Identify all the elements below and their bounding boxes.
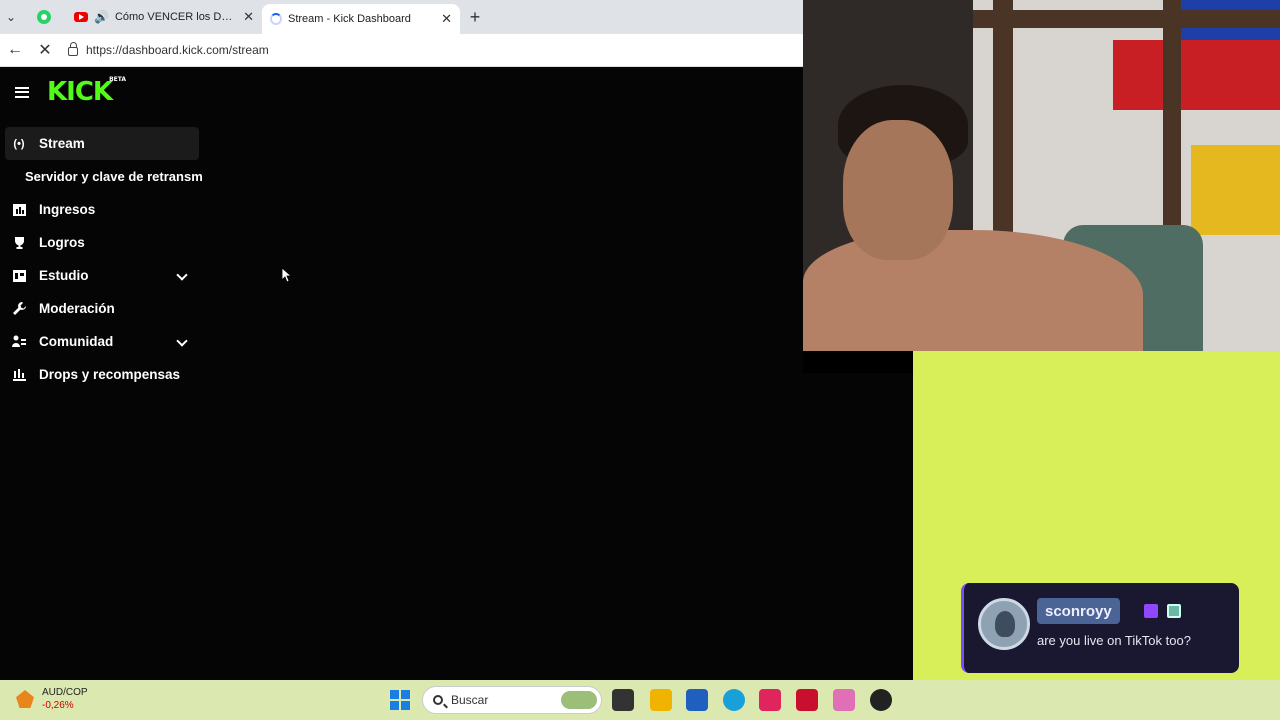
sidebar-item-label: Logros (39, 235, 85, 250)
menu-icon[interactable] (15, 86, 29, 98)
logo-text: KICK (47, 77, 113, 107)
chat-username: sconroyy (1037, 598, 1120, 624)
app-icon[interactable] (796, 689, 818, 711)
sidebar-item-label: Comunidad (39, 334, 114, 349)
stop-loading-button[interactable]: ✕ (30, 35, 60, 65)
sidebar-item-drops[interactable]: Drops y recompensas (5, 358, 215, 391)
task-view-icon[interactable] (612, 689, 634, 711)
trophy-icon (12, 236, 26, 250)
tab-title: Cómo VENCER los Deseos Sexuales (114, 11, 237, 23)
close-tab-icon[interactable]: ✕ (441, 11, 452, 27)
chevron-down-icon[interactable] (176, 335, 188, 347)
url-field[interactable]: https://dashboard.kick.com/stream (64, 37, 803, 63)
tab-title: Stream - Kick Dashboard (288, 13, 411, 25)
tiktok-icon[interactable] (759, 689, 781, 711)
mouse-cursor-icon (281, 267, 293, 288)
currency-icon (16, 690, 34, 708)
sidebar-item-stream[interactable]: (•) Stream (5, 127, 199, 160)
windows-start-icon[interactable] (390, 690, 410, 710)
store-icon[interactable] (686, 689, 708, 711)
back-button[interactable]: ← (0, 35, 30, 65)
streaming-app-icon[interactable] (833, 689, 855, 711)
drops-icon (12, 368, 26, 382)
windows-taskbar: AUD/COP -0,26% Buscar (0, 680, 1280, 720)
edge-icon[interactable] (723, 689, 745, 711)
sidebar-item-estudio[interactable]: Estudio (5, 259, 215, 292)
ticker-pair: AUD/COP (42, 687, 88, 698)
tab-youtube[interactable]: 🔊 Cómo VENCER los Deseos Sexuales ✕ (66, 0, 262, 34)
search-icon (433, 695, 443, 705)
chat-overlay-card: sconroyy are you live on TikTok too? (961, 583, 1239, 673)
currency-widget[interactable]: AUD/COP -0,26% (16, 686, 88, 712)
address-bar: ← ✕ https://dashboard.kick.com/stream (0, 34, 803, 67)
community-icon (12, 335, 26, 349)
search-placeholder: Buscar (451, 693, 489, 707)
subscriber-badge-icon (1167, 604, 1181, 618)
chat-message: are you live on TikTok too? (1037, 633, 1191, 648)
sidebar-menu: (•) Stream Servidor y clave de retransm … (5, 127, 215, 391)
close-tab-icon[interactable]: ✕ (243, 9, 254, 25)
tab-kick-dashboard[interactable]: Stream - Kick Dashboard ✕ (262, 4, 460, 34)
loading-spinner-icon (270, 13, 282, 25)
beta-badge: BETA (109, 76, 127, 83)
sidebar-item-label: Drops y recompensas (39, 367, 181, 382)
speaker-icon[interactable]: 🔊 (94, 10, 109, 24)
tab-list-dropdown-icon[interactable]: ⌄ (0, 0, 22, 34)
sidebar-item-label: Ingresos (39, 202, 96, 217)
sidebar-item-label: Servidor y clave de retransm (25, 169, 203, 184)
sidebar-item-moderacion[interactable]: Moderación (5, 292, 215, 325)
new-tab-button[interactable]: + (460, 7, 490, 28)
pinned-tab-whatsapp[interactable] (22, 0, 66, 34)
search-highlight-icon (561, 691, 597, 709)
chevron-down-icon[interactable] (176, 269, 188, 281)
obs-icon[interactable] (870, 689, 892, 711)
browser-tab-bar: ⌄ 🔊 Cómo VENCER los Deseos Sexuales ✕ St… (0, 0, 803, 34)
sidebar-item-server-key[interactable]: Servidor y clave de retransm (5, 160, 215, 193)
file-explorer-icon[interactable] (650, 689, 672, 711)
broadcast-icon: (•) (13, 137, 25, 150)
sidebar-item-label: Moderación (39, 301, 115, 316)
sidebar-item-label: Estudio (39, 268, 89, 283)
lock-icon[interactable] (68, 42, 78, 56)
wrench-icon (12, 302, 26, 316)
url-text: https://dashboard.kick.com/stream (86, 43, 269, 57)
webcam-overlay (803, 0, 1280, 351)
sidebar-item-label: Stream (39, 136, 85, 151)
studio-icon (12, 269, 26, 283)
twitch-badge-icon (1144, 604, 1158, 618)
youtube-icon (74, 12, 88, 22)
sidebar-item-comunidad[interactable]: Comunidad (5, 325, 215, 358)
kick-dashboard: KICK BETA (•) Stream Servidor y clave de… (0, 67, 913, 680)
kick-logo[interactable]: KICK BETA (47, 77, 126, 107)
sidebar-item-logros[interactable]: Logros (5, 226, 215, 259)
avatar (978, 598, 1030, 650)
dashboard-header: KICK BETA (0, 67, 220, 117)
ticker-change: -0,26% (42, 700, 74, 711)
taskbar-search[interactable]: Buscar (422, 686, 602, 714)
sidebar-item-ingresos[interactable]: Ingresos (5, 193, 215, 226)
whatsapp-icon (37, 10, 51, 24)
bar-chart-icon (12, 203, 26, 217)
